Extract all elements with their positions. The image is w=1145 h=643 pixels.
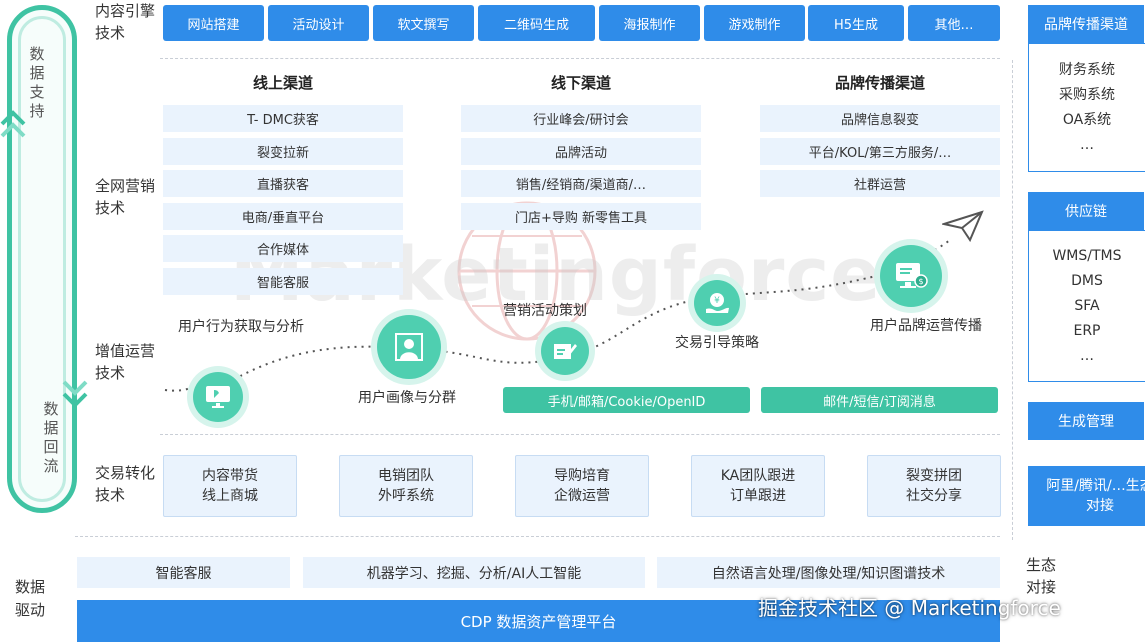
right-supply-chain-list: WMS/TMS DMS SFA ERP … (1028, 230, 1145, 382)
right-list-item[interactable]: WMS/TMS (1052, 244, 1121, 269)
right-list-item: … (1080, 347, 1094, 364)
user-portrait-node[interactable] (377, 315, 441, 379)
right-list-item[interactable]: DMS (1071, 269, 1103, 294)
monitor-chart-icon (206, 386, 230, 408)
transaction-content-commerce[interactable]: 内容带货 线上商城 (163, 455, 297, 517)
transaction-line2: 社交分享 (906, 488, 962, 504)
offline-item-summit[interactable]: 行业峰会/研讨会 (461, 105, 701, 132)
footer-watermark: 掘金技术社区 @ Marketingforce (758, 596, 1061, 620)
transaction-line1: 裂变拼团 (906, 468, 962, 484)
row-label-value-ops: 增值运营技术 (95, 342, 156, 382)
user-portrait-label: 用户画像与分群 (358, 390, 456, 406)
brand-item-fission[interactable]: 品牌信息裂变 (760, 105, 1000, 132)
transaction-line2: 外呼系统 (378, 488, 434, 504)
online-item-fission[interactable]: 裂变拉新 (163, 138, 403, 165)
right-list-item[interactable]: ERP (1073, 319, 1100, 344)
brand-ops-node[interactable]: $ (880, 245, 942, 307)
svg-text:$: $ (918, 277, 923, 286)
tool-website[interactable]: 网站搭建 (163, 5, 264, 41)
right-list-item[interactable]: 财务系统 (1059, 58, 1115, 83)
id-channel-bar[interactable]: 手机/邮箱/Cookie/OpenID (503, 387, 750, 413)
transaction-line1: 内容带货 (202, 468, 258, 484)
divider-middle (160, 434, 1000, 435)
brand-ops-label: 用户品牌运营传播 (870, 318, 982, 334)
online-channel-title: 线上渠道 (252, 74, 313, 92)
transaction-guide-nurture[interactable]: 导购培育 企微运营 (515, 455, 649, 517)
trade-guide-label: 交易引导策略 (675, 335, 759, 351)
trade-guide-node[interactable]: ¥ (694, 280, 740, 326)
message-channel-bar[interactable]: 邮件/短信/订阅消息 (761, 387, 998, 413)
behavior-analysis-label: 用户行为获取与分析 (178, 319, 304, 335)
data-backflow-label: 数据回流 (43, 400, 59, 475)
right-brand-channel-title[interactable]: 品牌传播渠道 (1028, 5, 1144, 43)
offline-channel-title: 线下渠道 (550, 74, 611, 92)
right-list-item[interactable]: 采购系统 (1059, 83, 1115, 108)
right-list-item[interactable]: OA系统 (1063, 108, 1111, 133)
tool-campaign-design[interactable]: 活动设计 (268, 5, 369, 41)
right-list-item[interactable]: SFA (1074, 294, 1099, 319)
paper-plane-icon (942, 210, 984, 242)
campaign-plan-label: 营销活动策划 (503, 303, 587, 319)
right-panel-divider (1012, 60, 1013, 540)
transaction-group-buy[interactable]: 裂变拼团 社交分享 (867, 455, 1001, 517)
right-supply-chain-title[interactable]: 供应链 (1028, 192, 1144, 230)
tool-copywriting[interactable]: 软文撰写 (373, 5, 474, 41)
transaction-ka-team[interactable]: KA团队跟进 订单跟进 (691, 455, 825, 517)
offline-item-dealers[interactable]: 销售/经销商/渠道商/… (461, 170, 701, 197)
offline-item-brand-event[interactable]: 品牌活动 (461, 138, 701, 165)
up-arrow-icon (0, 110, 26, 138)
tool-game[interactable]: 游戏制作 (704, 5, 805, 41)
row-label-transaction: 交易转化技术 (95, 464, 156, 504)
campaign-plan-node[interactable] (541, 327, 589, 375)
data-support-label: 数据支持 (29, 45, 45, 120)
edit-form-icon (554, 344, 577, 359)
transaction-line2: 企微运营 (554, 488, 610, 504)
svg-text:¥: ¥ (714, 296, 720, 306)
data-tech-smart-cs[interactable]: 智能客服 (77, 557, 290, 588)
right-ecosystem[interactable]: 阿里/腾讯/…生态对接 (1028, 466, 1145, 526)
down-arrow-icon (62, 380, 88, 408)
divider-bottom (75, 536, 1000, 537)
online-item-dmc[interactable]: T- DMC获客 (163, 105, 403, 132)
right-brand-channel-list: 财务系统 采购系统 OA系统 … (1028, 43, 1145, 172)
transaction-line1: 电销团队 (378, 468, 434, 484)
tool-h5[interactable]: H5生成 (808, 5, 904, 41)
row-label-omni-marketing: 全网营销技术 (95, 177, 156, 217)
row-label-content-engine: 内容引擎技术 (95, 2, 156, 42)
transaction-line1: 导购培育 (554, 468, 610, 484)
computer-coin-icon: $ (896, 263, 928, 288)
brand-item-kol[interactable]: 平台/KOL/第三方服务/… (760, 138, 1000, 165)
transaction-line2: 订单跟进 (730, 488, 786, 504)
divider-top (160, 58, 1000, 59)
behavior-analysis-node[interactable] (193, 372, 243, 422)
transaction-line2: 线上商城 (202, 488, 258, 504)
coin-hand-icon: ¥ (706, 293, 729, 313)
online-item-livestream[interactable]: 直播获客 (163, 170, 403, 197)
row-label-data-driven: 数据驱动 (15, 578, 46, 619)
transaction-telesales[interactable]: 电销团队 外呼系统 (339, 455, 473, 517)
user-profile-icon (395, 333, 423, 361)
brand-item-community[interactable]: 社群运营 (760, 170, 1000, 197)
right-production-mgmt[interactable]: 生成管理 (1028, 402, 1144, 440)
brand-channel-title: 品牌传播渠道 (834, 74, 925, 92)
tool-other[interactable]: 其他… (908, 5, 1000, 41)
data-tech-ai[interactable]: 机器学习、挖掘、分析/AI人工智能 (303, 557, 645, 588)
right-list-item: … (1080, 136, 1094, 153)
data-tech-nlp[interactable]: 自然语言处理/图像处理/知识图谱技术 (657, 557, 1000, 588)
tool-qrcode[interactable]: 二维码生成 (478, 5, 595, 41)
transaction-line1: KA团队跟进 (720, 468, 796, 484)
tool-poster[interactable]: 海报制作 (599, 5, 700, 41)
